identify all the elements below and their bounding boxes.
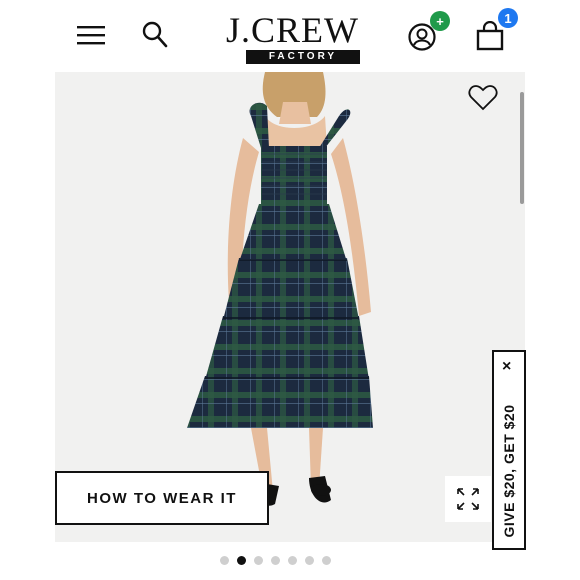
- screen: J.CREW FACTORY + 1 HOW TO WEAR IT × GIVE…: [0, 0, 580, 580]
- bag-count-badge: 1: [498, 8, 518, 28]
- carousel-dot[interactable]: [288, 556, 297, 565]
- expand-image-button[interactable]: [445, 476, 491, 522]
- logo-wordmark: J.CREW: [226, 10, 360, 50]
- carousel-dot[interactable]: [254, 556, 263, 565]
- referral-promo-tab[interactable]: × GIVE $20, GET $20: [492, 350, 526, 550]
- carousel-dot[interactable]: [271, 556, 280, 565]
- search-icon[interactable]: [142, 21, 168, 49]
- carousel-dot-active[interactable]: [237, 556, 246, 565]
- hamburger-menu-icon[interactable]: [77, 22, 105, 48]
- carousel-dots: [220, 556, 331, 565]
- logo-subtitle: FACTORY: [246, 50, 360, 64]
- product-page: J.CREW FACTORY + 1 HOW TO WEAR IT: [55, 0, 525, 580]
- site-header: J.CREW FACTORY + 1: [55, 0, 525, 72]
- heart-outline-icon[interactable]: [467, 84, 499, 112]
- promo-label: GIVE $20, GET $20: [501, 404, 517, 538]
- carousel-dot[interactable]: [305, 556, 314, 565]
- scrollbar-thumb[interactable]: [520, 92, 524, 204]
- shopping-bag-icon[interactable]: [476, 21, 504, 51]
- carousel-dot[interactable]: [322, 556, 331, 565]
- expand-arrows-icon: [457, 488, 479, 510]
- how-to-wear-button[interactable]: HOW TO WEAR IT: [55, 471, 269, 525]
- jcrew-factory-logo[interactable]: J.CREW FACTORY: [220, 10, 360, 64]
- account-plus-badge: +: [430, 11, 450, 31]
- carousel-dot[interactable]: [220, 556, 229, 565]
